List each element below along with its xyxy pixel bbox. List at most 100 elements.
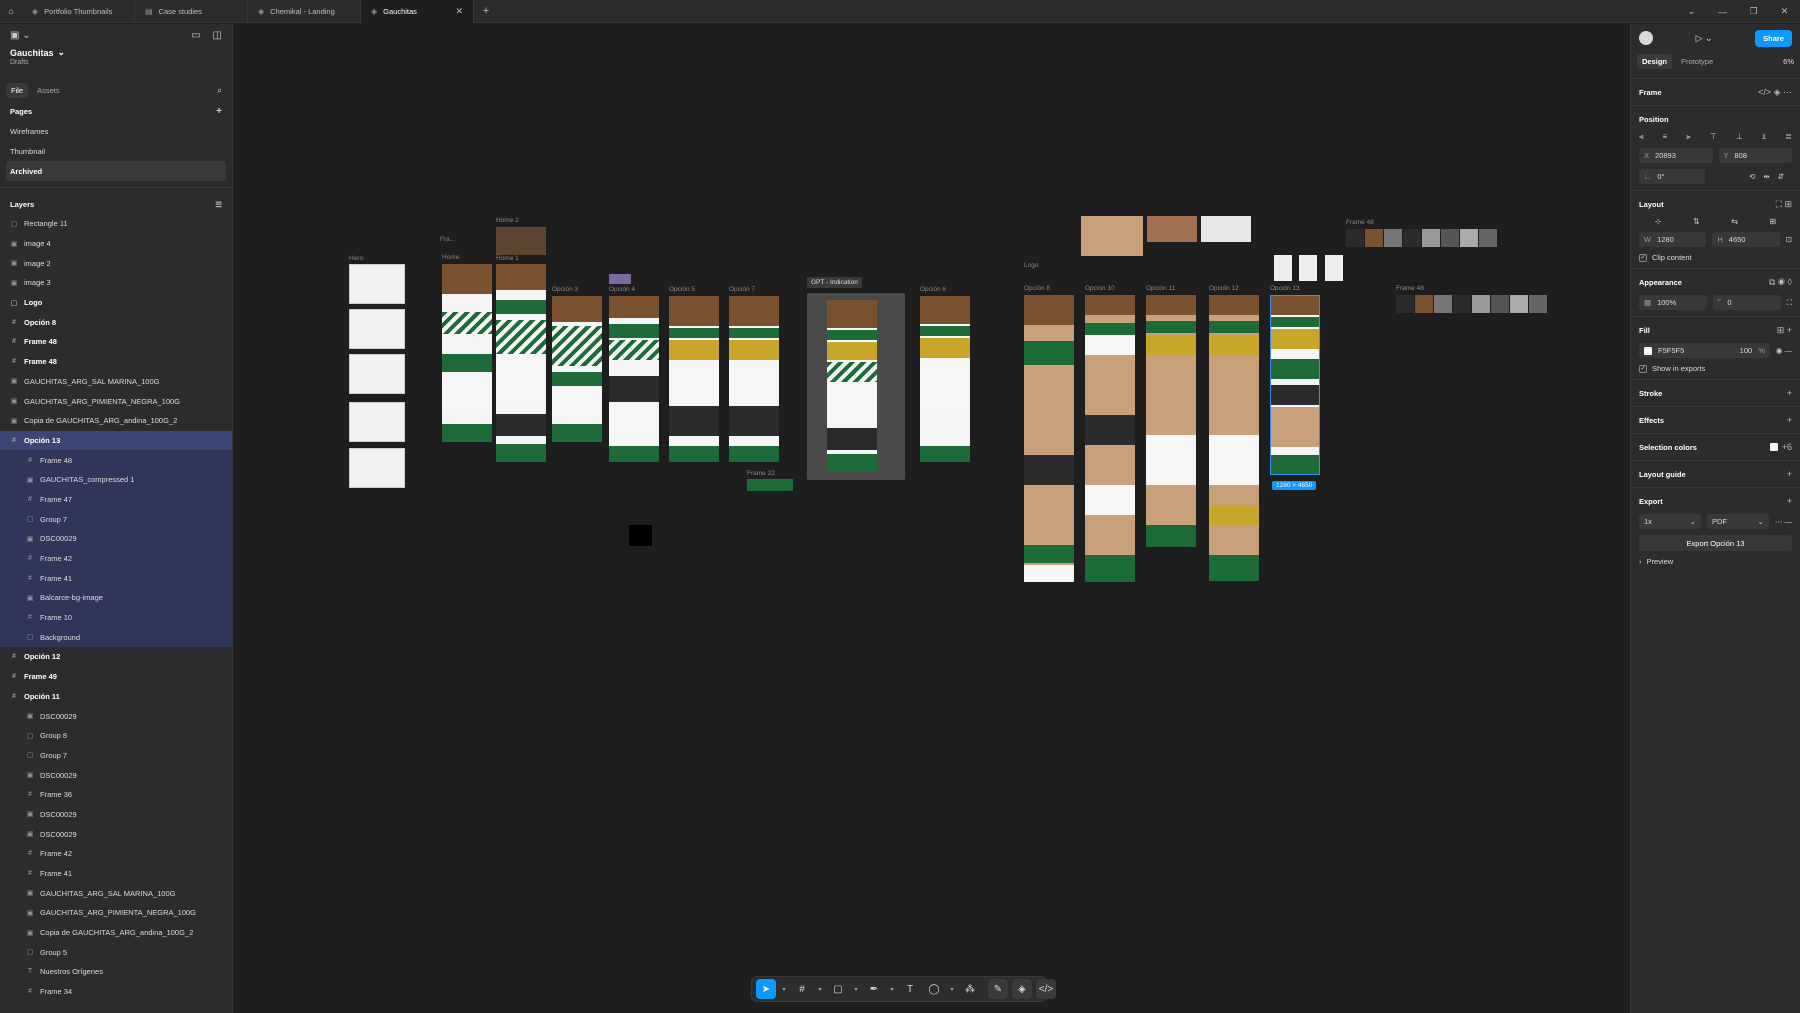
frame-48-thumbnails[interactable] [1396,295,1547,313]
auto-layout-icon[interactable]: ⛶ ⊞ [1776,199,1792,210]
layer-item[interactable]: # Frame 41 [0,864,232,884]
wireframe-frame[interactable] [349,402,405,442]
image-frame[interactable] [1081,216,1143,256]
layer-item[interactable]: ▣ DSC00029 [0,765,232,785]
layer-item[interactable]: # Frame 48 [0,450,232,470]
export-button[interactable]: Export Opción 13 [1639,535,1792,551]
main-menu-icon[interactable]: ▣ ⌄ [10,30,31,41]
panel-icon[interactable]: ▭ [191,30,200,41]
selection-outline[interactable] [1270,295,1320,475]
width-field[interactable]: W 1280 [1639,232,1707,247]
frame-actions-icon[interactable]: </> ◈ ⋯ [1758,87,1792,98]
tab-portfolio-thumbnails[interactable]: ◈ Portfolio Thumbnails [22,0,135,23]
wireframe-frame[interactable] [349,264,405,304]
wireframe-frame[interactable] [349,448,405,488]
align-right-icon[interactable]: ⫸ [1686,132,1691,142]
design-frame-opcion12[interactable] [1209,295,1259,581]
radius-field[interactable]: ⌜ 0 [1712,295,1781,310]
layout-vertical-icon[interactable]: ⇅ [1693,217,1700,226]
layer-item[interactable]: ▣ GAUCHITAS_compressed 1 [0,469,232,490]
layer-item[interactable]: # Frame 34 [0,982,232,1002]
layer-item[interactable]: # Frame 42 [0,548,232,569]
layer-item[interactable]: # Frame 48 [0,332,232,352]
tab-design[interactable]: Design [1637,53,1673,69]
layer-item[interactable]: ▢ Background [0,627,232,648]
add-export-icon[interactable]: + [1787,496,1792,506]
y-field[interactable]: Y 808 [1718,148,1792,163]
layer-item[interactable]: ▢ Group 7 [0,746,232,766]
tab-case-studies[interactable]: ▤ Case studies [135,0,248,23]
align-left-icon[interactable]: ⫷ [1639,132,1644,142]
design-mode-icon[interactable]: ◈ [1012,979,1032,999]
page-archived[interactable]: Archived [6,161,226,181]
chevron-down-icon[interactable]: ▾ [816,979,824,999]
frame-type[interactable]: Frame [1639,88,1662,97]
export-scale-select[interactable]: 1x ⌄ [1639,514,1701,529]
sidebar-toggle-icon[interactable]: ◫ [213,30,222,41]
design-frame-22[interactable] [747,479,793,491]
page-thumbnail[interactable]: Thumbnail [0,141,232,161]
layer-item[interactable]: ▣ GAUCHITAS_ARG_PIMIENTA_NEGRA_100G [0,903,232,923]
share-button[interactable]: Share [1755,29,1792,47]
export-options-icon[interactable]: ⋯ — [1775,517,1792,526]
rectangle-shape[interactable] [629,525,652,546]
design-frame-opcion3[interactable] [552,296,602,442]
design-frame-opcion6[interactable] [920,296,970,462]
file-name[interactable]: Gauchitas ⌄ [0,46,232,59]
design-frame-gpt[interactable] [827,300,877,472]
layer-item[interactable]: ▢ Group 8 [0,726,232,746]
present-icon[interactable]: ▷ ⌄ [1696,33,1713,44]
tab-assets[interactable]: Assets [32,83,65,98]
draw-mode-icon[interactable]: ✎ [988,979,1008,999]
align-bottom-icon[interactable]: ⫫ [1762,132,1767,142]
layer-item[interactable]: ▣ DSC00029 [0,824,232,844]
design-frame-opcion4[interactable] [609,296,659,462]
layer-item[interactable]: ▢ Group 7 [0,509,232,529]
product-image[interactable] [1325,255,1343,281]
add-effect-icon[interactable]: + [1787,415,1792,425]
layer-item[interactable]: # Frame 10 [0,607,232,628]
text-tool-icon[interactable]: T [900,979,920,999]
layer-item[interactable]: ▣ DSC00029 [0,706,232,726]
layer-item[interactable]: ▣ image 4 [0,234,232,254]
color-swatch[interactable] [1644,346,1652,355]
layer-item[interactable]: ▣ image 3 [0,273,232,293]
product-image[interactable] [1299,255,1317,281]
design-frame-opcion5[interactable] [669,296,719,462]
align-middle-icon[interactable]: ⊥ [1736,132,1743,142]
tab-gauchitas[interactable]: ◈ Gauchitas ✕ [361,0,474,23]
fill-add-icon[interactable]: ⊞ + [1777,325,1792,336]
appearance-icons[interactable]: ⧉ ◉ ◊ [1769,277,1792,288]
wireframe-frame[interactable] [349,309,405,349]
layer-item[interactable]: ▣ DSC00029 [0,529,232,549]
align-center-icon[interactable]: ≡ [1663,132,1668,142]
layer-item[interactable]: ▢ Logo [0,293,232,313]
add-tab-icon[interactable]: + [474,5,498,17]
move-tool-icon[interactable]: ➤ [756,979,776,999]
fill-color-field[interactable]: F5F5F5 100% [1639,343,1770,358]
layout-grid-icon[interactable]: ⊞ [1770,217,1777,226]
layout-free-icon[interactable]: ⊹ [1655,217,1662,226]
color-swatch-frame[interactable] [609,274,631,284]
layer-item[interactable]: ▣ Copia de GAUCHITAS_ARG_andina_100G_2 [0,411,232,431]
layer-item[interactable]: ▣ image 2 [0,253,232,273]
layout-horizontal-icon[interactable]: ⇆ [1731,217,1738,226]
layer-item[interactable]: # Opción 13 [0,430,232,451]
align-top-icon[interactable]: ⊤ [1710,132,1717,142]
preview-toggle[interactable]: › Preview [1639,557,1792,566]
layer-item[interactable]: # Frame 42 [0,844,232,864]
tab-prototype[interactable]: Prototype [1676,54,1718,69]
canvas[interactable]: Hero Fra... Home Home 2 Home 1 Opción 3 … [233,24,1630,1013]
layer-item[interactable]: ▣ GAUCHITAS_ARG_PIMIENTA_NEGRA_100G [0,391,232,411]
layers-options-icon[interactable]: ☰ [215,200,222,209]
layer-item[interactable]: ▣ GAUCHITAS_ARG_SAL MARINA_100G [0,883,232,903]
layer-item[interactable]: ▣ GAUCHITAS_ARG_SAL MARINA_100G [0,372,232,392]
rotation-field[interactable]: ∟ 0° [1639,169,1705,184]
design-frame-opcion8[interactable] [1024,295,1074,582]
add-page-icon[interactable]: + [216,106,222,117]
show-in-exports-checkbox[interactable]: ✓ Show in exports [1639,364,1792,373]
add-layout-guide-icon[interactable]: + [1787,469,1792,479]
wireframe-frame[interactable] [349,354,405,394]
layer-item[interactable]: ▢ Rectangle 11 [0,214,232,234]
design-frame-opcion11[interactable] [1146,295,1196,547]
